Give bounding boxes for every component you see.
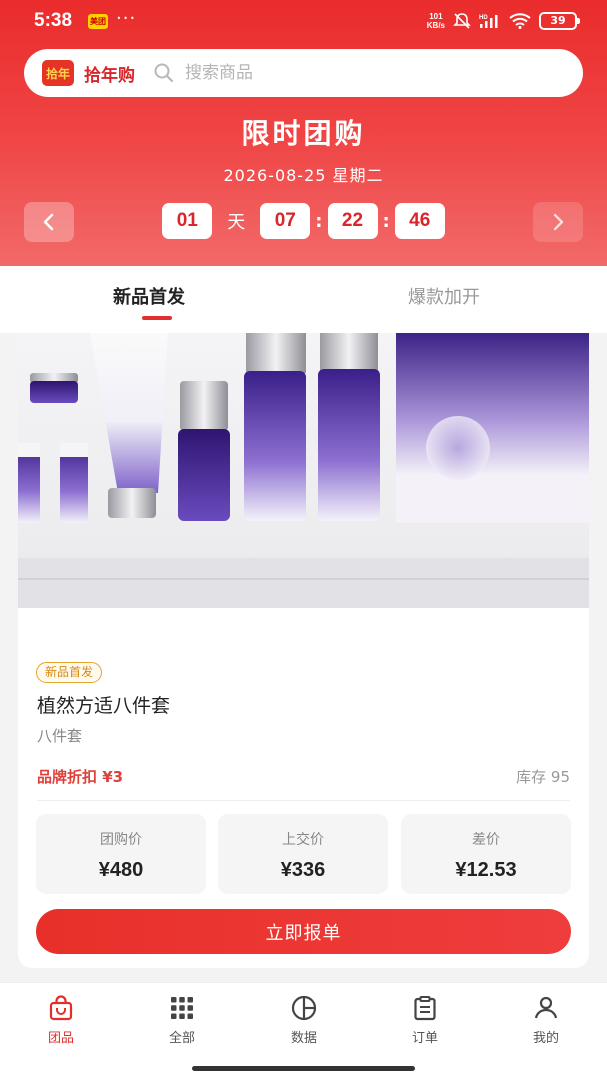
stock-count: 库存 95 [516,768,570,786]
chart-pie-icon [291,995,317,1021]
countdown-days: 01 [162,203,213,239]
meituan-app-icon: 美团 [88,14,108,29]
product-card[interactable]: 新品首发 植然方适八件套 八件套 品牌折扣 ¥3 库存 95 团购价 ¥480 … [18,333,589,968]
countdown-separator: : [382,210,390,232]
search-icon [154,63,174,83]
status-bar: 5:38 美团 ··· 101 KB/s HD 39 [0,0,607,44]
app-logo: 拾年 [42,60,74,86]
more-notifications-icon: ··· [116,8,137,29]
price-label: 上交价 [282,832,324,848]
nav-item-all[interactable]: 全部 [142,995,222,1046]
nav-label: 订单 [411,1031,438,1046]
nav-item-data[interactable]: 数据 [264,995,344,1046]
skincare-products-image [18,333,589,608]
countdown-minutes: 22 [327,203,378,239]
product-subtitle: 八件套 [37,727,83,745]
nav-label: 团品 [47,1031,74,1046]
home-indicator[interactable] [192,1066,415,1071]
svg-text:HD: HD [479,15,488,21]
price-value: ¥336 [280,859,326,881]
nav-label: 全部 [168,1031,195,1046]
network-speed: 101 KB/s [426,12,445,30]
mute-bell-icon [453,13,471,29]
nav-item-orders[interactable]: 订单 [385,995,465,1046]
clipboard-icon [414,996,436,1021]
tab-hot-items[interactable]: 爆款加开 [408,283,480,309]
nav-label: 数据 [290,1031,317,1046]
price-value: ¥12.53 [455,859,517,881]
price-value: ¥480 [98,859,144,881]
grid-icon [171,997,193,1019]
active-tab-indicator [142,316,172,320]
price-difference-box: 差价 ¥12.53 [401,814,571,894]
user-icon [534,996,558,1019]
countdown-separator: : [315,210,323,232]
submit-order-button[interactable]: 立即报单 [36,909,571,954]
group-price-box: 团购价 ¥480 [36,814,206,894]
status-time: 5:38 [34,10,73,31]
current-date: 2026-08-25 星期二 [223,166,384,185]
search-bar[interactable]: 拾年 拾年购 [24,49,583,97]
cell-signal-icon: HD [479,15,498,28]
brand-name: 拾年购 [84,65,135,86]
tab-new-arrivals[interactable]: 新品首发 [113,283,185,309]
brand-discount: 品牌折扣 ¥3 [37,768,124,786]
status-badge: 新品首发 [36,662,103,683]
price-label: 团购价 [100,832,142,848]
bag-icon [49,995,73,1021]
svg-text:拾年: 拾年 [46,66,70,81]
countdown-hours: 07 [260,203,311,239]
nav-item-profile[interactable]: 我的 [506,995,586,1046]
submit-price-box: 上交价 ¥336 [218,814,388,894]
divider [37,800,570,801]
nav-label: 我的 [532,1031,559,1046]
countdown-timer: 01 天 07 : 22 : 46 [0,203,607,239]
search-input[interactable] [185,63,485,83]
category-tabs: 新品首发 爆款加开 [0,266,607,333]
wifi-icon [509,13,531,29]
product-name: 植然方适八件套 [37,695,171,717]
nav-item-group-products[interactable]: 团品 [21,995,101,1046]
countdown-seconds: 46 [394,203,445,239]
page-title: 限时团购 [241,117,366,150]
price-label: 差价 [472,832,500,848]
battery-indicator: 39 [539,12,580,30]
countdown-day-unit: 天 [227,212,246,233]
